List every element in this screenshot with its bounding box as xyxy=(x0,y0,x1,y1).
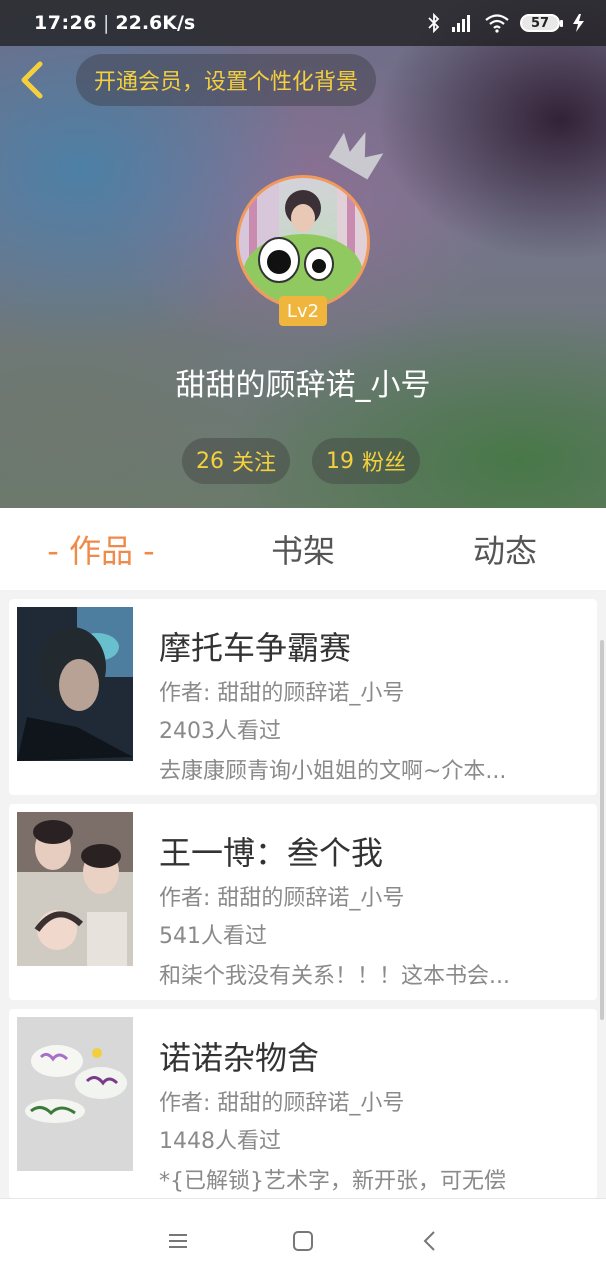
followers-count: 19 xyxy=(326,448,354,474)
status-separator: | xyxy=(102,12,110,34)
following-label: 关注 xyxy=(232,451,277,476)
signal-icon xyxy=(452,15,470,32)
profile-tabs: - 作品 - 书架 动态 xyxy=(0,508,606,590)
book-description: *{已解锁}艺术字，新开张，可无偿 xyxy=(159,1169,506,1194)
username: 甜甜的顾辞诺_小号 xyxy=(175,368,431,403)
wifi-icon xyxy=(485,14,509,33)
status-bar: 17:26 | 22.6K/s 57 xyxy=(0,0,606,46)
followers-label: 粉丝 xyxy=(362,451,407,476)
followers-button[interactable]: 19 粉丝 xyxy=(312,438,421,484)
scrollbar[interactable] xyxy=(600,640,604,1020)
bluetooth-icon xyxy=(428,13,440,33)
following-count: 26 xyxy=(196,448,224,474)
status-time: 17:26 xyxy=(34,12,97,34)
back-button[interactable] xyxy=(14,58,50,102)
level-badge: Lv2 xyxy=(279,296,327,326)
following-button[interactable]: 26 关注 xyxy=(182,438,291,484)
book-title: 摩托车争霸赛 xyxy=(159,629,352,667)
system-nav-bar xyxy=(0,1198,606,1280)
book-cover xyxy=(17,607,133,761)
back-arrow-icon xyxy=(21,61,43,99)
tab-activity[interactable]: 动态 xyxy=(404,526,606,572)
book-author: 作者: 甜甜的顾辞诺_小号 xyxy=(159,886,405,911)
avatar-illustration xyxy=(239,178,367,306)
status-network-speed: 22.6K/s xyxy=(115,12,196,34)
book-cover xyxy=(17,812,133,966)
tab-bookshelf[interactable]: 书架 xyxy=(202,526,404,572)
book-views: 2403人看过 xyxy=(159,719,281,744)
battery-icon: 57 xyxy=(520,14,563,32)
back-icon xyxy=(423,1231,435,1251)
menu-icon xyxy=(169,1234,187,1248)
book-list-item[interactable]: 摩托车争霸赛 作者: 甜甜的顾辞诺_小号 2403人看过 去康康顾青询小姐姐的文… xyxy=(9,599,597,795)
book-author: 作者: 甜甜的顾辞诺_小号 xyxy=(159,681,405,706)
tab-works[interactable]: - 作品 - xyxy=(0,526,202,572)
book-list-item[interactable]: 王一博：叁个我 作者: 甜甜的顾辞诺_小号 541人看过 和柒个我没有关系！！！… xyxy=(9,804,597,1000)
avatar-image xyxy=(236,175,370,309)
crown-icon xyxy=(328,132,384,180)
book-cover xyxy=(17,1017,133,1171)
book-list-item[interactable]: 诺诺杂物舍 作者: 甜甜的顾辞诺_小号 1448人看过 *{已解锁}艺术字，新开… xyxy=(9,1009,597,1199)
book-description: 和柒个我没有关系！！！这本书会... xyxy=(159,964,510,989)
home-icon xyxy=(293,1231,313,1251)
menu-button[interactable] xyxy=(158,1221,198,1261)
home-button[interactable] xyxy=(283,1221,323,1261)
vip-banner-button[interactable]: 开通会员，设置个性化背景 xyxy=(76,54,377,106)
book-views: 1448人看过 xyxy=(159,1129,281,1154)
book-description: 去康康顾青询小姐姐的文啊~介本... xyxy=(159,759,507,784)
book-views: 541人看过 xyxy=(159,924,267,949)
book-author: 作者: 甜甜的顾辞诺_小号 xyxy=(159,1091,405,1116)
book-title: 王一博：叁个我 xyxy=(159,834,384,872)
status-icons: 57 xyxy=(428,13,588,33)
charging-icon xyxy=(573,14,584,32)
book-title: 诺诺杂物舍 xyxy=(159,1039,320,1077)
avatar[interactable] xyxy=(236,175,370,309)
back-nav-button[interactable] xyxy=(410,1221,450,1261)
